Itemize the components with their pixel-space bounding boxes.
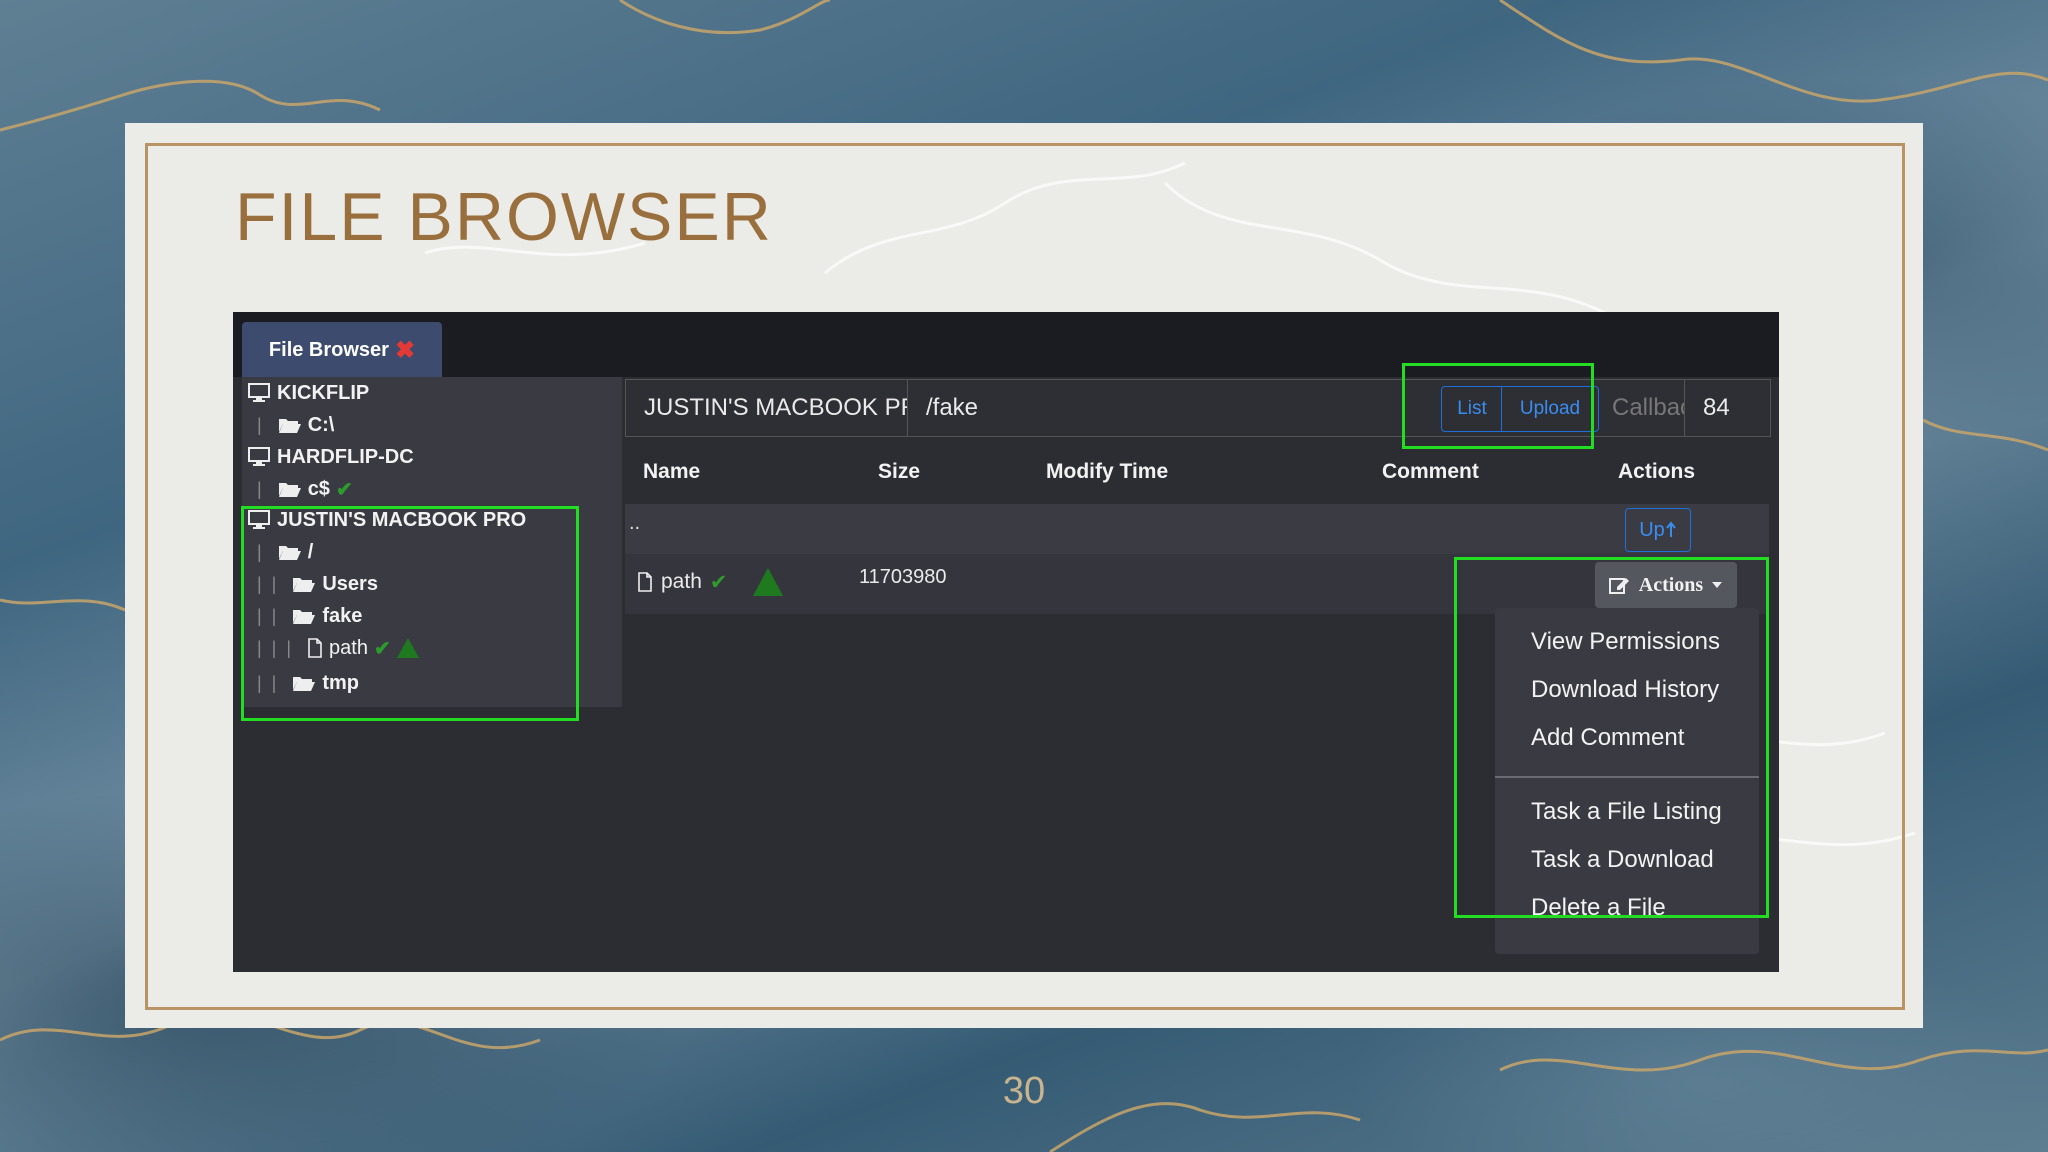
page-number: 30 [1002,1070,1046,1112]
up-button[interactable]: Up [1625,508,1691,552]
tree-node-c-drive[interactable]: | C:\ [257,410,334,440]
highlight-box-buttons [1402,363,1594,449]
arrow-up-icon [1666,521,1676,537]
up-label: Up [1639,518,1665,541]
column-header-size[interactable]: Size [878,460,920,484]
slide-title: FILE BROWSER [235,179,773,255]
folder-open-icon [278,483,301,497]
column-header-actions: Actions [1618,460,1696,483]
parent-dir-label: .. [629,512,641,534]
column-header-modify-time[interactable]: Modify Time [1046,460,1168,484]
file-size: 11703980 [859,566,947,588]
tree-node-label: KICKFLIP [277,381,370,404]
tree-node-hardflip-dc[interactable]: HARDFLIP-DC [247,442,414,472]
tree-icon [753,568,784,596]
tree-guide: | [257,414,272,435]
close-icon[interactable]: ✖ [395,336,415,365]
path-bar: JUSTIN'S MACBOOK PRO /fake List Upload C… [625,379,1771,437]
tree-node-label: HARDFLIP-DC [277,445,414,468]
file-name: path [661,570,702,593]
highlight-box-actions [1454,557,1769,918]
host-field[interactable]: JUSTIN'S MACBOOK PRO [626,380,908,436]
computer-icon [248,447,270,466]
callback-input[interactable]: Callback [1606,380,1684,436]
table-row-parent: .. Up [625,504,1769,554]
tree-guide: | [257,478,272,499]
highlight-box-tree [241,506,579,721]
path-input[interactable]: /fake [908,380,1428,436]
column-header-name[interactable]: Name [643,460,700,484]
column-header-comment[interactable]: Comment [1382,460,1479,484]
callback-number-field[interactable]: 84 [1684,380,1770,436]
tab-label: File Browser [268,338,389,361]
check-icon: ✔ [709,570,728,594]
tree-node-kickflip[interactable]: KICKFLIP [247,378,369,408]
file-name-cell: path ✔ [637,568,784,596]
tab-file-browser[interactable]: File Browser ✖ [242,322,442,378]
tree-node-label: c$ [307,477,330,500]
file-icon [638,572,652,592]
tree-node-label: C:\ [307,413,335,436]
folder-open-icon [278,419,301,433]
tree-node-c-share[interactable]: | c$ ✔ [257,474,353,504]
check-icon: ✔ [335,478,353,501]
file-browser-app: File Browser ✖ KICKFLIP | C:\ HARDFLIP-D… [233,312,1779,972]
computer-icon [248,383,270,402]
